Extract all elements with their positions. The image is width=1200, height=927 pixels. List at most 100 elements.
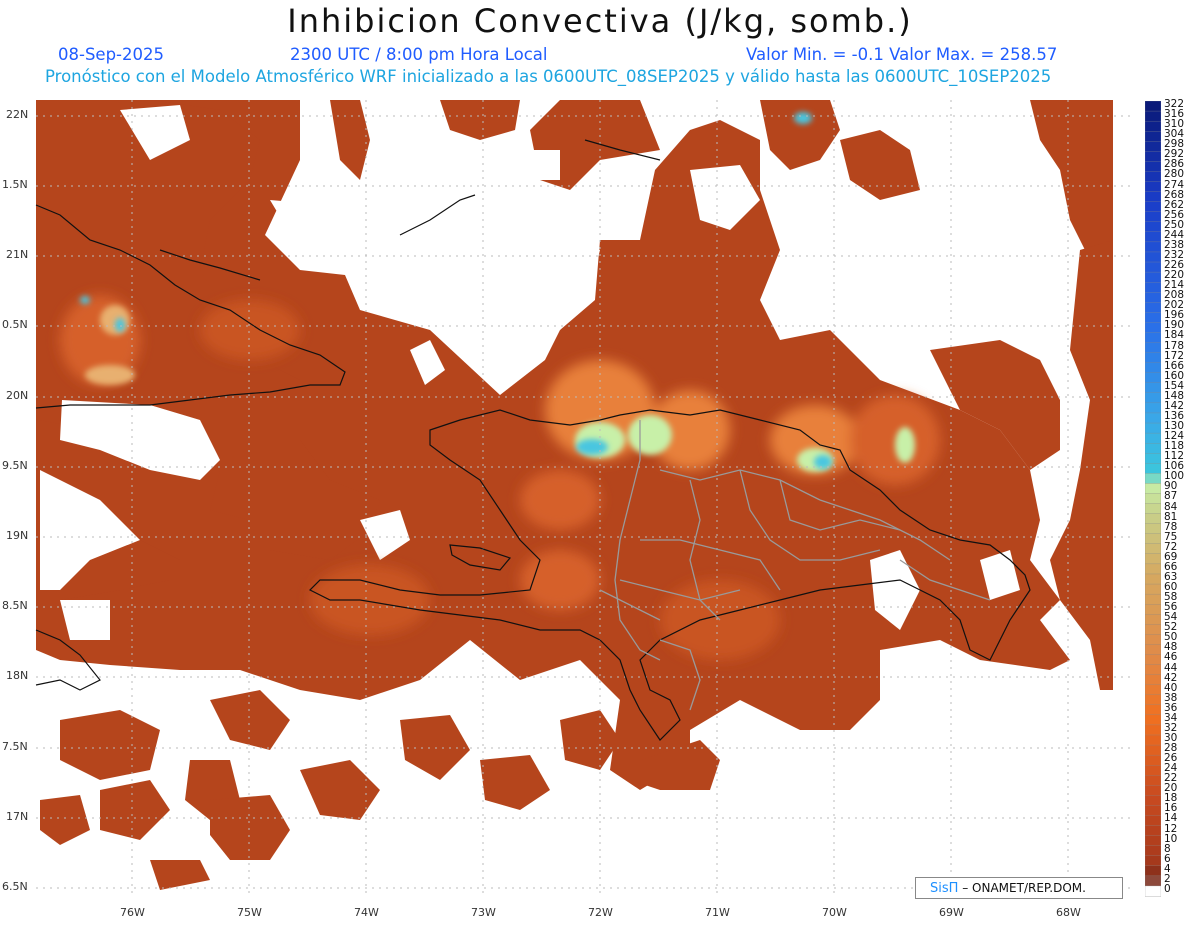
- lon-label: 71W: [705, 906, 730, 919]
- colorbar-swatch: [1145, 654, 1161, 666]
- colorbar-swatch: [1145, 101, 1161, 112]
- lat-label: 20N: [6, 389, 29, 402]
- colorbar-swatch: [1145, 161, 1161, 173]
- colorbar-swatch: [1145, 503, 1161, 515]
- colorbar-swatch: [1145, 704, 1161, 716]
- colorbar-swatch: [1145, 241, 1161, 253]
- colorbar-swatch: [1145, 523, 1161, 535]
- colorbar-swatch: [1145, 221, 1161, 233]
- colorbar-swatch: [1145, 724, 1161, 736]
- lon-label: 73W: [471, 906, 496, 919]
- colorbar-swatch: [1145, 875, 1161, 887]
- lat-label: 17N: [6, 810, 29, 823]
- colorbar-swatch: [1145, 765, 1161, 776]
- colorbar-swatch: [1145, 211, 1161, 223]
- colorbar-swatch: [1145, 322, 1161, 334]
- colorbar-swatch: [1145, 795, 1161, 807]
- colorbar-swatch: [1145, 352, 1161, 364]
- colorbar-swatch: [1145, 533, 1161, 545]
- lon-label: 72W: [588, 906, 613, 919]
- colorbar-label: 14: [1164, 812, 1178, 825]
- colorbar-swatch: [1145, 402, 1161, 414]
- colorbar-swatch: [1145, 362, 1161, 374]
- colorbar-swatch: [1145, 543, 1161, 555]
- lat-label: 21N: [6, 248, 29, 261]
- colorbar-label: 46: [1164, 651, 1178, 664]
- colorbar-swatch: [1145, 513, 1161, 525]
- colorbar-swatch: [1145, 332, 1161, 344]
- colorbar-swatch: [1145, 664, 1161, 676]
- colorbar-swatch: [1145, 885, 1161, 897]
- colorbar-swatch: [1145, 694, 1161, 706]
- colorbar-swatch: [1145, 231, 1161, 243]
- map-canvas: [35, 100, 1134, 895]
- credit-brand: SisΠ: [930, 881, 959, 896]
- colorbar-swatch: [1145, 312, 1161, 324]
- colorbar-swatch: [1145, 845, 1161, 857]
- colorbar-swatch: [1145, 392, 1161, 404]
- colorbar-swatch: [1145, 131, 1161, 142]
- colorbar-swatch: [1145, 754, 1161, 766]
- colorbar-swatch: [1145, 261, 1161, 273]
- colorbar-swatch: [1145, 292, 1161, 303]
- colorbar-swatch: [1145, 825, 1161, 837]
- colorbar-swatch: [1145, 463, 1161, 474]
- lat-label: 7.5N: [2, 740, 28, 753]
- colorbar-swatch: [1145, 453, 1161, 464]
- colorbar-swatch: [1145, 855, 1161, 867]
- colorbar-swatch: [1145, 281, 1161, 293]
- colorbar-swatch: [1145, 432, 1161, 444]
- colorbar-swatch: [1145, 382, 1161, 394]
- colorbar-swatch: [1145, 734, 1161, 746]
- colorbar-swatch: [1145, 493, 1161, 505]
- colorbar-swatch: [1145, 110, 1161, 122]
- lon-label: 69W: [939, 906, 964, 919]
- credit-org: – ONAMET/REP.DOM.: [958, 881, 1086, 895]
- colorbar-swatch: [1145, 815, 1161, 827]
- lat-label: 1.5N: [2, 178, 28, 191]
- colorbar-swatch: [1145, 604, 1161, 615]
- colorbar-swatch: [1145, 684, 1161, 696]
- colorbar-swatch: [1145, 302, 1161, 313]
- lat-label: 6.5N: [2, 880, 28, 893]
- colorbar-swatch: [1145, 120, 1161, 132]
- lat-label: 9.5N: [2, 459, 28, 472]
- colorbar-label: 0: [1164, 882, 1171, 895]
- colorbar-swatch: [1145, 614, 1161, 625]
- colorbar-swatch: [1145, 553, 1161, 565]
- colorbar-swatch: [1145, 593, 1161, 605]
- lat-label: 19N: [6, 529, 29, 542]
- colorbar-swatch: [1145, 714, 1161, 726]
- colorbar-swatch: [1145, 835, 1161, 847]
- colorbar-swatch: [1145, 201, 1161, 213]
- colorbar-swatch: [1145, 422, 1161, 434]
- colorbar-swatch: [1145, 191, 1161, 203]
- lat-label: 22N: [6, 108, 29, 121]
- lat-label: 8.5N: [2, 599, 28, 612]
- colorbar-swatch: [1145, 865, 1161, 877]
- colorbar-swatch: [1145, 805, 1161, 817]
- colorbar-swatch: [1145, 271, 1161, 283]
- colorbar-swatch: [1145, 443, 1161, 454]
- colorbar-swatch: [1145, 634, 1161, 646]
- credit-box: SisΠ – ONAMET/REP.DOM.: [915, 877, 1123, 899]
- colorbar-swatch: [1145, 583, 1161, 595]
- lon-label: 75W: [237, 906, 262, 919]
- colorbar-swatch: [1145, 483, 1161, 495]
- colorbar-swatch: [1145, 151, 1161, 163]
- lat-label: 0.5N: [2, 318, 28, 331]
- colorbar-swatch: [1145, 674, 1161, 686]
- colorbar-label: 274: [1164, 178, 1185, 191]
- colorbar-swatch: [1145, 563, 1161, 575]
- colorbar-label: 184: [1164, 329, 1185, 342]
- colorbar-label: 280: [1164, 168, 1185, 181]
- colorbar-swatch: [1145, 775, 1161, 786]
- lon-label: 68W: [1056, 906, 1081, 919]
- colorbar-swatch: [1145, 342, 1161, 354]
- colorbar-swatch: [1145, 644, 1161, 656]
- colorbar-swatch: [1145, 171, 1161, 183]
- colorbar-swatch: [1145, 573, 1161, 585]
- lon-label: 74W: [354, 906, 379, 919]
- colorbar-swatch: [1145, 412, 1161, 424]
- colorbar-swatch: [1145, 624, 1161, 636]
